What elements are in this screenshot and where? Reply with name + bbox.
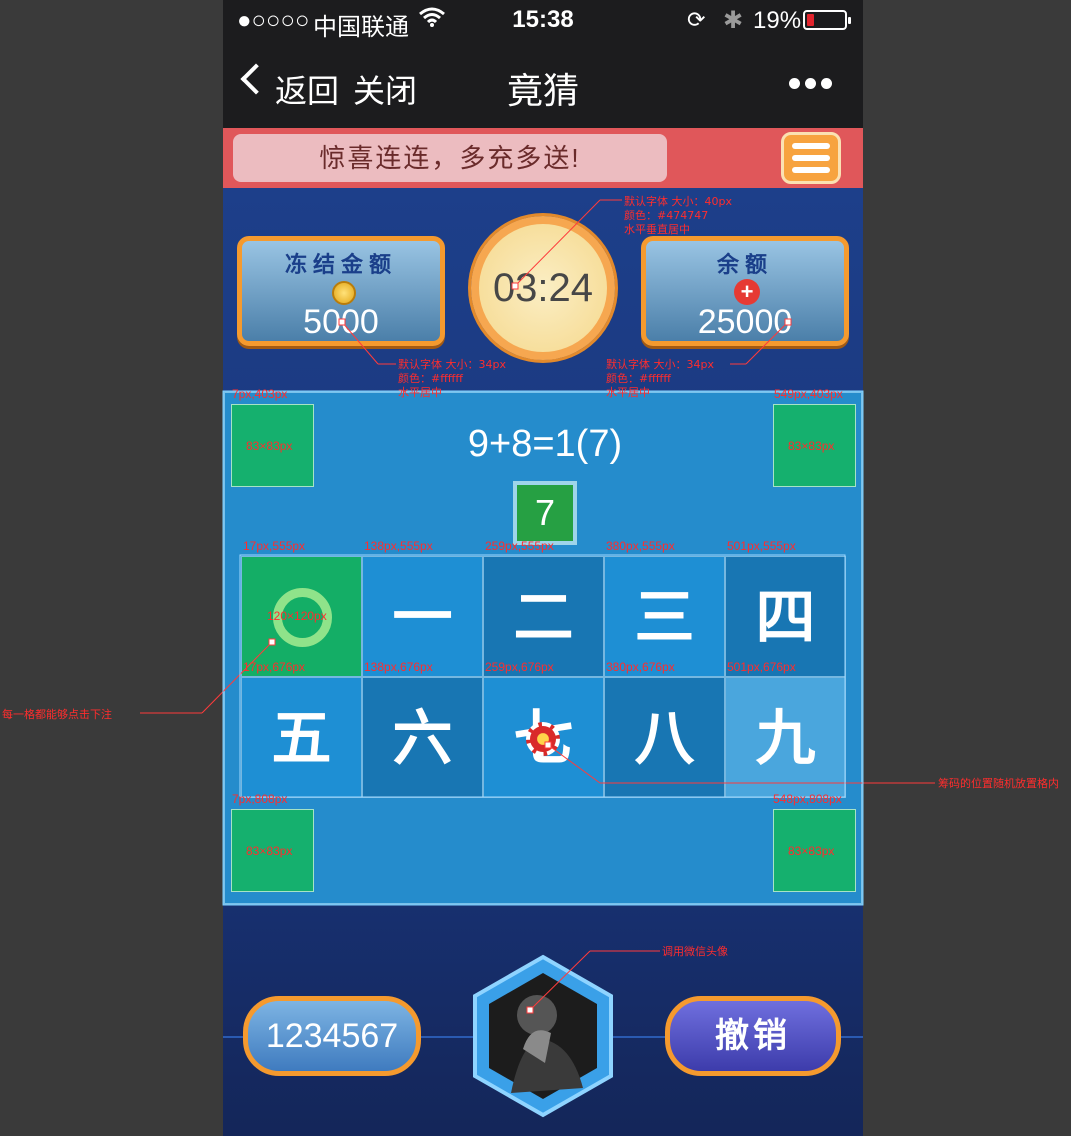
pos-label-bottom-left: 7px,808px (232, 792, 288, 806)
pos-label-top-left: 7px,403px (232, 387, 288, 401)
pos-label-cell: 259px,676px (485, 660, 554, 674)
pos-label-cell: 380px,555px (606, 539, 675, 553)
pos-label-cell: 501px,676px (727, 660, 796, 674)
balance-annotation: 默认字体 大小：34px 颜色：#ffffff 水平居中 (606, 358, 714, 399)
pos-label-cell: 138px,555px (364, 539, 433, 553)
tap-annotation: 每一格都能够点击下注 (2, 708, 112, 721)
size-label-cell: 120×120px (267, 609, 327, 623)
chip-annotation: 筹码的位置随机放置格内 (938, 777, 1059, 790)
timer-annotation: 默认字体 大小：40px 颜色：#474747 水平垂直居中 (624, 195, 732, 236)
size-label-corner: 83×83px (788, 439, 835, 453)
pos-label-cell: 17px,676px (243, 660, 306, 674)
frozen-annotation: 默认字体 大小：34px 颜色：#ffffff 水平居中 (398, 358, 506, 399)
size-label-corner: 83×83px (788, 844, 835, 858)
pos-label-cell: 501px,555px (727, 539, 796, 553)
pos-label-cell: 380px,676px (606, 660, 675, 674)
annotation-lines (140, 199, 935, 1014)
pos-label-cell: 259px,555px (485, 539, 554, 553)
size-label-corner: 83×83px (246, 439, 293, 453)
size-label-corner: 83×83px (246, 844, 293, 858)
pos-label-bottom-right: 548px,808px (773, 792, 842, 806)
avatar-annotation: 调用微信头像 (662, 945, 728, 958)
pos-label-top-right: 549px,403px (774, 387, 843, 401)
pos-label-cell: 17px,555px (243, 539, 306, 553)
pos-label-cell: 138px,676px (364, 660, 433, 674)
